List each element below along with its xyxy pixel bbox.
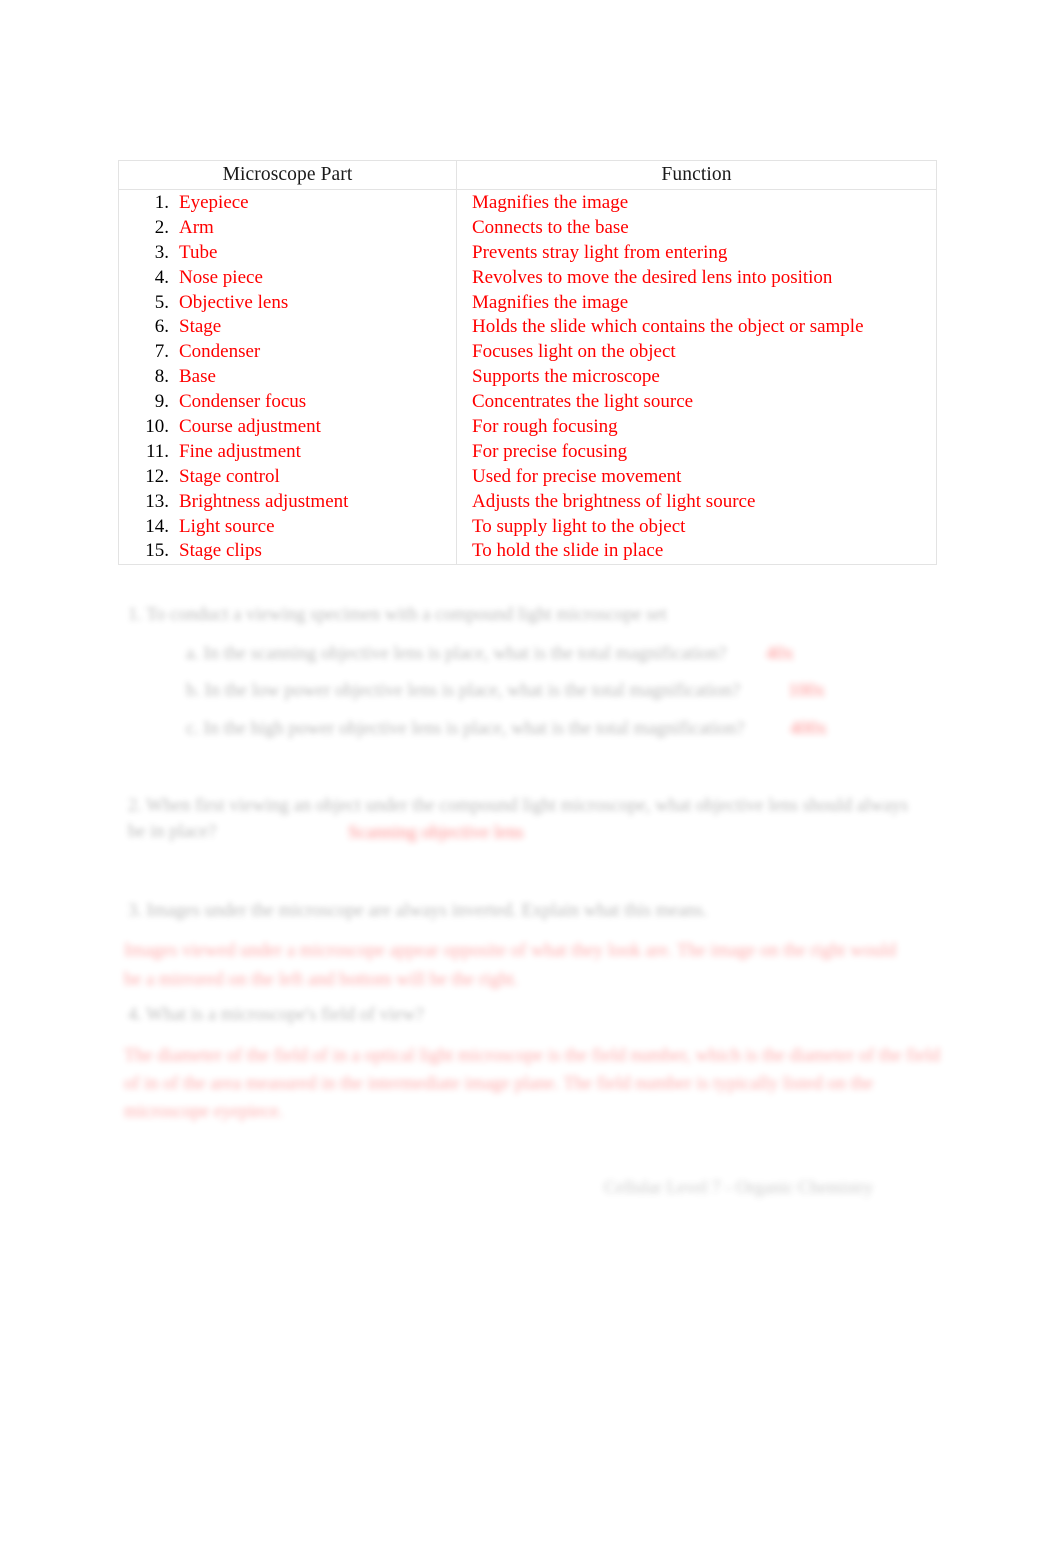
part-row-9: 9. Condenser focus	[119, 390, 456, 415]
column-header-microscope-part: Microscope Part	[118, 160, 457, 190]
part-label: Condenser focus	[179, 391, 307, 413]
part-number: 1.	[154, 192, 169, 213]
part-label: Course adjustment	[179, 416, 321, 438]
function-row-2: Connects to the base	[472, 216, 629, 238]
part-label: Brightness adjustment	[179, 490, 349, 512]
part-row-12: 12. Stage control	[119, 465, 456, 490]
question-1b-answer: 100x	[788, 681, 825, 701]
cell-microscope-parts: 1. Eyepiece 2. Arm 3. Tube 4. Nose piece 5. O…	[118, 188, 457, 566]
question-4-answer: The diameter of the field of in a optica…	[124, 1046, 941, 1122]
part-row-6: 6. Stage	[119, 315, 456, 340]
function-row-3: Prevents stray light from entering	[472, 241, 728, 263]
function-row-13: Adjusts the brightness of light source	[472, 490, 756, 512]
table-row: 1. Eyepiece 2. Arm 3. Tube 4. Nose piece 5. O…	[118, 188, 937, 566]
part-row-15: 15. Stage clips	[119, 539, 456, 564]
part-label: Arm	[179, 216, 214, 238]
question-1b-text: b. In the low power objective lens is pl…	[186, 681, 741, 701]
part-number: 13.	[145, 490, 169, 512]
part-row-4: 4. Nose piece	[119, 266, 456, 291]
function-row-14: To supply light to the object	[472, 515, 686, 537]
column-header-function: Function	[456, 160, 937, 190]
part-number: 3.	[154, 241, 169, 263]
document-footer: Cellular Level 7 - Organic Chemistry	[604, 1177, 874, 1197]
question-3-prompt: 3. Images under the microscope are alway…	[128, 901, 708, 921]
document-page: Microscope Part Function 1. Eyepiece 2. Ar…	[0, 0, 1062, 1556]
part-label: Tube	[179, 241, 218, 263]
part-row-13: 13. Brightness adjustment	[119, 490, 456, 515]
part-label: Stage	[179, 316, 222, 338]
part-label: Stage control	[179, 465, 280, 487]
function-row-15: To hold the slide in place	[472, 540, 664, 562]
function-row-6: Holds the slide which contains the objec…	[472, 316, 864, 338]
part-row-7: 7. Condenser	[119, 340, 456, 365]
part-number: 2.	[154, 216, 169, 238]
part-number: 14.	[145, 515, 169, 537]
part-label: Nose piece	[179, 266, 263, 288]
question-2-answer: Scanning objective lens	[348, 823, 524, 843]
function-row-7: Focuses light on the object	[472, 341, 676, 363]
part-number: 6.	[154, 316, 169, 338]
part-number: 11.	[145, 440, 169, 462]
function-row-4: Revolves to move the desired lens into p…	[472, 266, 833, 288]
question-1a-text: a. In the scanning objective lens is pla…	[186, 644, 727, 664]
function-row-8: Supports the microscope	[472, 366, 660, 388]
part-label: Fine adjustment	[179, 440, 301, 462]
part-row-14: 14. Light source	[119, 515, 456, 540]
function-row-1: Magnifies the image	[472, 192, 629, 213]
part-number: 7.	[154, 341, 169, 363]
function-row-11: For precise focusing	[472, 440, 628, 462]
question-1c-answer: 400x	[790, 719, 827, 739]
part-number: 5.	[154, 291, 169, 313]
question-1-prompt: 1. To conduct a viewing specimen with a …	[128, 605, 667, 625]
cell-functions: Magnifies the image Connects to the base…	[456, 188, 937, 566]
part-row-3: 3. Tube	[119, 241, 456, 266]
microscope-parts-table: Microscope Part Function 1. Eyepiece 2. Ar…	[118, 160, 937, 566]
question-1a-answer: 40x	[766, 644, 794, 664]
function-row-9: Concentrates the light source	[472, 391, 694, 413]
part-row-5: 5. Objective lens	[119, 291, 456, 316]
part-number: 12.	[145, 465, 169, 487]
part-row-10: 10. Course adjustment	[119, 415, 456, 440]
part-row-8: 8. Base	[119, 365, 456, 390]
part-number: 10.	[145, 416, 169, 438]
table-header-row: Microscope Part Function	[118, 160, 937, 190]
microscope-parts-table-container: Microscope Part Function 1. Eyepiece 2. Ar…	[118, 160, 937, 566]
part-number: 15.	[145, 540, 169, 562]
part-number: 4.	[154, 266, 169, 288]
part-label: Base	[179, 366, 216, 388]
part-label: Light source	[179, 515, 275, 537]
part-label: Eyepiece	[179, 192, 249, 213]
function-row-12: Used for precise movement	[472, 465, 682, 487]
function-row-10: For rough focusing	[472, 416, 618, 438]
question-3-answer: Images viewed under a microscope appear …	[124, 941, 897, 990]
part-number: 9.	[154, 391, 169, 413]
function-row-5: Magnifies the image	[472, 291, 629, 313]
part-label: Condenser	[179, 341, 261, 363]
question-4-prompt: 4. What is a microscope's field of view?	[128, 1005, 424, 1025]
part-label: Stage clips	[179, 540, 262, 562]
question-1c-text: c. In the high power objective lens is p…	[186, 719, 745, 739]
part-label: Objective lens	[179, 291, 289, 313]
part-row-2: 2. Arm	[119, 216, 456, 241]
part-number: 8.	[154, 366, 169, 388]
part-row-1: 1. Eyepiece	[119, 191, 456, 216]
table-body: 1. Eyepiece 2. Arm 3. Tube 4. Nose piece 5. O…	[118, 188, 937, 566]
part-row-11: 11. Fine adjustment	[119, 440, 456, 465]
